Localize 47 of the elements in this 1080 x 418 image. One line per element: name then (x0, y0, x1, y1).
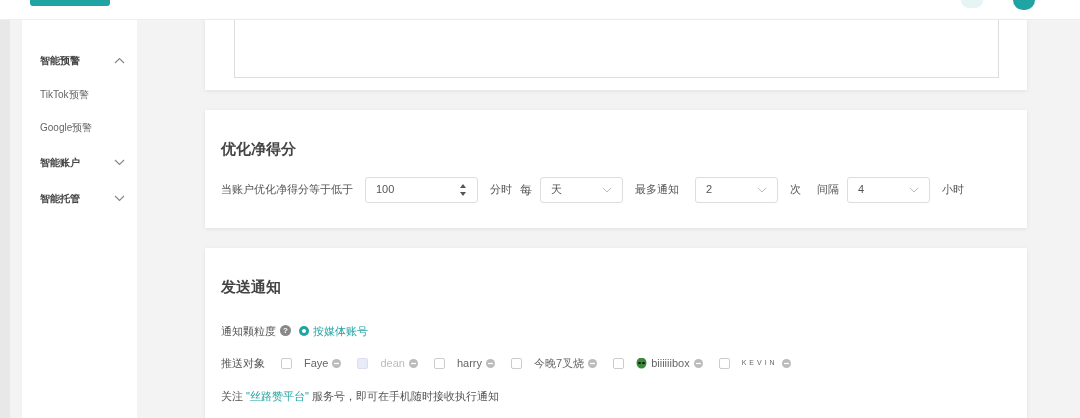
field-label: 通知颗粒度 (221, 323, 276, 339)
checkbox[interactable] (281, 357, 292, 369)
user-avatar[interactable] (1013, 0, 1035, 10)
chevron-icon (114, 158, 125, 166)
checkbox[interactable] (718, 357, 730, 369)
checkbox[interactable] (511, 357, 522, 369)
select-field[interactable]: 2 (695, 176, 778, 203)
recipient-name: Faye (304, 356, 329, 371)
field-label: 最多通知 (635, 182, 679, 198)
checkbox[interactable] (613, 357, 625, 369)
field-label: 每 (520, 181, 532, 199)
unit-label: 次 (790, 182, 801, 198)
select-field[interactable]: 天 (540, 176, 623, 203)
follow-note: 关注 "丝路赞平台" 服务号，即可在手机随时接收执行通知 (221, 388, 500, 404)
text-area[interactable] (234, 20, 999, 78)
number-field[interactable]: 100 (365, 176, 478, 203)
chevron-icon (909, 186, 919, 193)
field-label: 当账户优化净得分等于低于 (221, 182, 353, 198)
section-title: 发送通知 (221, 277, 282, 297)
remove-icon[interactable] (693, 358, 703, 368)
field-label: 推送对象 (221, 356, 265, 371)
remove-icon[interactable] (588, 358, 598, 368)
alien-icon (636, 357, 648, 369)
chevron-icon (114, 194, 125, 202)
remove-icon[interactable] (781, 358, 791, 368)
recipient-name: 今晚7叉烧 (534, 356, 585, 371)
remove-icon[interactable] (332, 358, 342, 368)
chevron-icon (757, 186, 767, 193)
sidebar-item[interactable]: Google预警 (22, 111, 137, 144)
checkbox[interactable] (433, 357, 445, 369)
recipient-name: biiiiiibox (651, 356, 690, 371)
sidebar-item[interactable]: TikTok预警 (22, 78, 137, 111)
select-field[interactable]: 4 (847, 176, 930, 203)
help-icon[interactable]: ? (280, 325, 291, 337)
recipient-name: dean (380, 356, 405, 371)
remove-icon[interactable] (486, 358, 495, 368)
field-label: 间隔 (817, 182, 839, 198)
sidebar-group[interactable]: 智能托管 (22, 180, 137, 216)
chevron-icon (602, 186, 612, 193)
sidebar-group[interactable]: 智能账户 (22, 144, 137, 180)
recipient-name: harry (456, 356, 482, 371)
remove-icon[interactable] (408, 358, 418, 368)
chevron-icon (114, 56, 125, 64)
sidebar-group[interactable]: 智能预警 (22, 42, 137, 78)
unit-label: 分时 (490, 182, 512, 198)
section-title: 优化净得分 (221, 139, 297, 159)
unit-label: 小时 (942, 182, 964, 198)
